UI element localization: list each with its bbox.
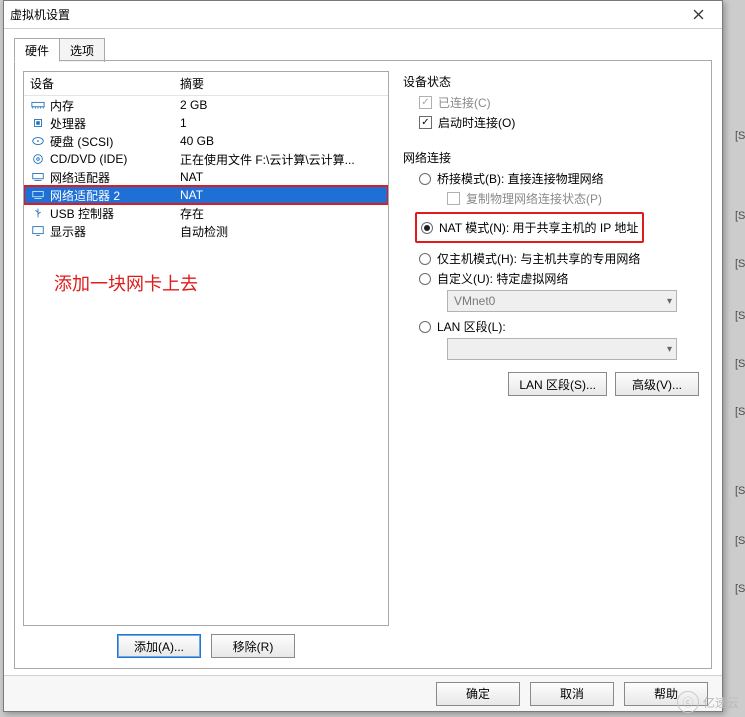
col-summary: 摘要 — [180, 75, 382, 92]
device-row-display[interactable]: 显示器 自动检测 — [24, 222, 388, 240]
usb-icon — [30, 206, 46, 220]
artifact: [S — [735, 583, 743, 593]
connect-poweron-checkbox[interactable]: ✓ 启动时连接(O) — [419, 114, 699, 131]
titlebar: 虚拟机设置 — [4, 1, 722, 29]
bridged-label: 桥接模式(B): 直接连接物理网络 — [437, 170, 604, 187]
col-device: 设备 — [30, 75, 180, 92]
device-row-net1[interactable]: 网络适配器 NAT — [24, 168, 388, 186]
device-row-cd[interactable]: CD/DVD (IDE) 正在使用文件 F:\云计算\云计算... — [24, 150, 388, 168]
tab-options[interactable]: 选项 — [59, 38, 105, 62]
device-row-usb[interactable]: USB 控制器 存在 — [24, 204, 388, 222]
custom-label: 自定义(U): 特定虚拟网络 — [437, 270, 568, 287]
advanced-button[interactable]: 高级(V)... — [615, 372, 699, 396]
lanseg-select: ▾ — [447, 338, 677, 360]
artifact: [S — [735, 310, 743, 320]
artifact: [S — [735, 210, 743, 220]
device-status-label: 设备状态 — [403, 73, 699, 90]
device-row-disk[interactable]: 硬盘 (SCSI) 40 GB — [24, 132, 388, 150]
ok-button[interactable]: 确定 — [436, 682, 520, 706]
device-summary: 1 — [180, 116, 382, 130]
hostonly-radio[interactable]: 仅主机模式(H): 与主机共享的专用网络 — [419, 250, 699, 267]
nat-label: NAT 模式(N): 用于共享主机的 IP 地址 — [439, 219, 638, 236]
device-name: 网络适配器 2 — [50, 187, 120, 204]
device-summary: 正在使用文件 F:\云计算\云计算... — [180, 151, 382, 168]
device-row-memory[interactable]: 内存 2 GB — [24, 96, 388, 114]
device-name: 处理器 — [50, 115, 86, 132]
lanseg-label: LAN 区段(L): — [437, 318, 506, 335]
connected-checkbox: ✓ 已连接(C) — [419, 94, 699, 111]
device-name: 网络适配器 — [50, 169, 110, 186]
device-row-cpu[interactable]: 处理器 1 — [24, 114, 388, 132]
cancel-button[interactable]: 取消 — [530, 682, 614, 706]
device-row-net2[interactable]: 网络适配器 2 NAT — [23, 185, 389, 205]
artifact: [S — [735, 485, 743, 495]
annotation-text: 添加一块网卡上去 — [24, 240, 388, 296]
device-name: 显示器 — [50, 223, 86, 240]
chevron-down-icon: ▾ — [667, 296, 672, 307]
artifact: [S — [735, 535, 743, 545]
replicate-label: 复制物理网络连接状态(P) — [466, 190, 602, 207]
device-name: CD/DVD (IDE) — [50, 152, 127, 166]
close-button[interactable] — [680, 4, 716, 26]
custom-radio[interactable]: 自定义(U): 特定虚拟网络 — [419, 270, 699, 287]
lanseg-radio[interactable]: LAN 区段(L): — [419, 318, 699, 335]
connect-poweron-label: 启动时连接(O) — [438, 114, 515, 131]
device-list[interactable]: 设备 摘要 内存 2 GB 处理器 1 硬盘 (SCSI) — [23, 71, 389, 626]
artifact: [S — [735, 258, 743, 268]
chevron-down-icon: ▾ — [667, 344, 672, 355]
tab-hardware[interactable]: 硬件 — [14, 38, 60, 62]
remove-button[interactable]: 移除(R) — [211, 634, 295, 658]
device-name: USB 控制器 — [50, 205, 114, 222]
artifact: [S — [735, 358, 743, 368]
network-icon — [30, 188, 46, 202]
close-icon — [693, 9, 704, 20]
memory-icon — [30, 98, 46, 112]
disk-icon — [30, 134, 46, 148]
list-header: 设备 摘要 — [24, 72, 388, 96]
vm-settings-dialog: 虚拟机设置 硬件 选项 设备 摘要 — [3, 0, 723, 712]
custom-network-value: VMnet0 — [454, 294, 495, 308]
device-summary: 存在 — [180, 205, 382, 222]
cd-icon — [30, 152, 46, 166]
dialog-footer: 确定 取消 帮助 — [4, 675, 722, 711]
network-connection-label: 网络连接 — [403, 149, 699, 166]
device-name: 内存 — [50, 97, 74, 114]
network-icon — [30, 170, 46, 184]
artifact: [S — [735, 130, 743, 140]
hostonly-label: 仅主机模式(H): 与主机共享的专用网络 — [437, 250, 640, 267]
device-summary: NAT — [180, 170, 382, 184]
device-summary: 2 GB — [180, 98, 382, 112]
bridged-radio[interactable]: 桥接模式(B): 直接连接物理网络 — [419, 170, 699, 187]
cpu-icon — [30, 116, 46, 130]
nat-radio[interactable]: NAT 模式(N): 用于共享主机的 IP 地址 — [421, 219, 638, 236]
replicate-checkbox: 复制物理网络连接状态(P) — [447, 190, 699, 207]
device-name: 硬盘 (SCSI) — [50, 133, 113, 150]
device-summary: 自动检测 — [180, 223, 382, 240]
device-summary: NAT — [180, 188, 382, 202]
custom-network-select: VMnet0 ▾ — [447, 290, 677, 312]
display-icon — [30, 224, 46, 238]
nat-highlight: NAT 模式(N): 用于共享主机的 IP 地址 — [415, 212, 644, 243]
add-button[interactable]: 添加(A)... — [117, 634, 201, 658]
connected-label: 已连接(C) — [438, 94, 491, 111]
help-button[interactable]: 帮助 — [624, 682, 708, 706]
tabs: 硬件 选项 — [14, 37, 712, 61]
lan-segments-button[interactable]: LAN 区段(S)... — [508, 372, 607, 396]
device-summary: 40 GB — [180, 134, 382, 148]
window-title: 虚拟机设置 — [10, 6, 680, 23]
artifact: [S — [735, 406, 743, 416]
